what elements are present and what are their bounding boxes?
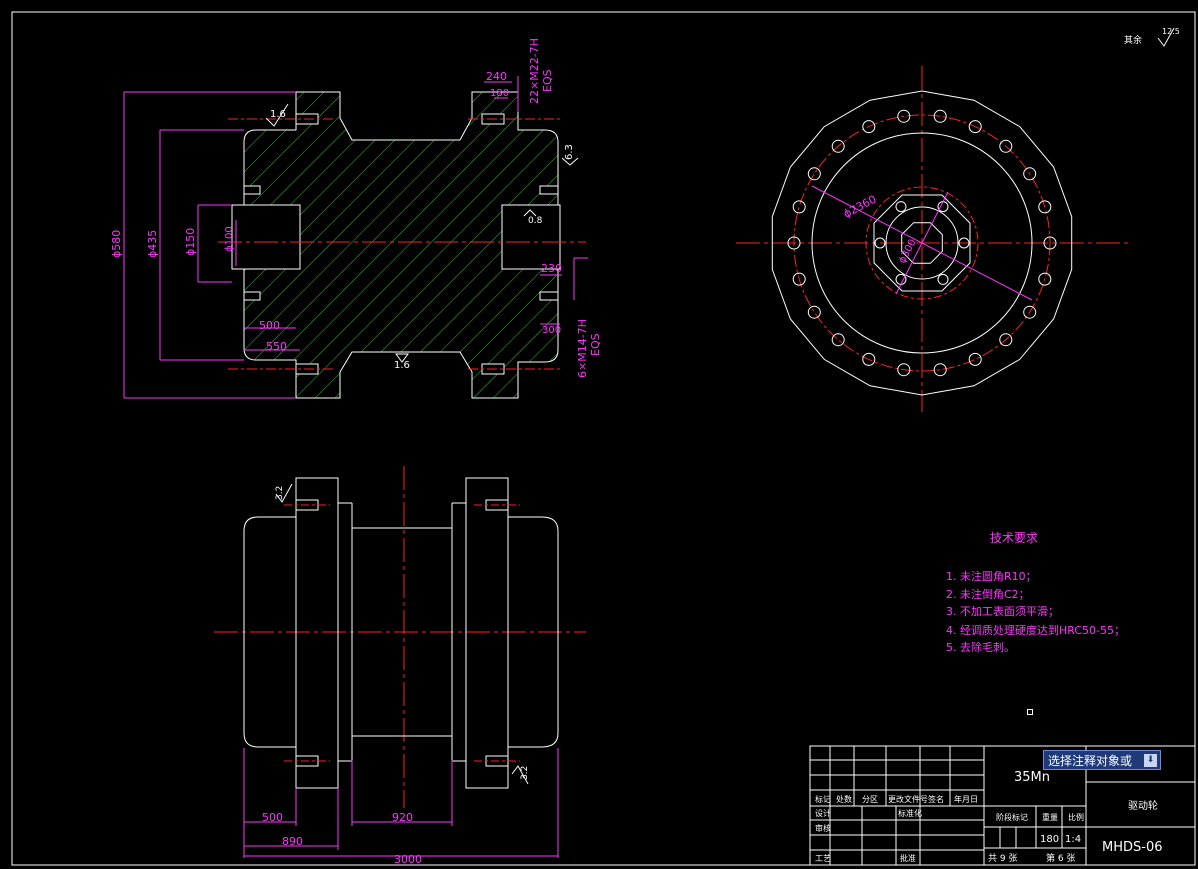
general-roughness-note: 其余 12.5 <box>1124 27 1180 47</box>
front-section-view: ϕ580 ϕ435 ϕ150 ϕ100 500 550 240 180 230 … <box>110 38 602 399</box>
tb-label-change-doc: 更改文件号 <box>888 794 928 804</box>
dim-d150: ϕ150 <box>184 228 197 256</box>
dim-230: 230 <box>541 262 562 275</box>
dim-550: 550 <box>266 340 287 353</box>
tech-req-title: 技术要求 <box>990 531 1038 545</box>
dim-d580: ϕ580 <box>110 230 123 258</box>
bolt-hole <box>937 201 949 213</box>
dropdown-arrow-icon[interactable]: ⬇ <box>1144 754 1157 767</box>
tb-label-design: 设计 <box>815 808 831 818</box>
thread-callout-top: 22×M22-7H <box>528 38 541 104</box>
side-view: ϕ2360 ϕ300 <box>736 66 1130 412</box>
dim-890: 890 <box>282 835 303 848</box>
dim-240: 240 <box>486 70 507 83</box>
bolt-hole <box>968 352 982 366</box>
dim-d2360: ϕ2360 <box>841 193 878 221</box>
tb-label-mark: 标记 <box>815 794 831 804</box>
cursor-pickbox <box>1027 709 1033 715</box>
roughness-6.3: 6.3 <box>564 144 575 160</box>
thread-callout-top-eqs: EQS <box>541 69 554 92</box>
roughness-3.2-top: 3.2 <box>275 486 285 500</box>
tb-label-count: 处数 <box>836 794 852 804</box>
tb-label-weight: 重量 <box>1042 812 1058 822</box>
dim-500: 500 <box>259 319 280 332</box>
tb-label-standard: 标准化 <box>898 808 922 818</box>
dim-300: 300 <box>542 325 561 336</box>
tb-label-process: 工艺 <box>815 854 831 863</box>
dim-180: 180 <box>490 88 509 99</box>
tech-req-item: 4. 经调质处理硬度达到HRC50-55； <box>946 623 1125 637</box>
tb-material: 35Mn <box>1014 770 1050 785</box>
roughness-1.6-bottom: 1.6 <box>394 360 410 371</box>
bolt-hole <box>933 109 947 123</box>
dim-920: 920 <box>392 811 413 824</box>
tech-req-item: 1. 未注圆角R10； <box>946 569 1037 583</box>
select-annotation-prompt: 选择注释对象或 <box>1048 754 1133 768</box>
dim-d300: ϕ300 <box>897 238 919 266</box>
tb-part-name: 驱动轮 <box>1128 799 1158 812</box>
bolt-hole <box>937 273 949 285</box>
roughness-1.6-top: 1.6 <box>270 109 286 120</box>
bolt-hole <box>807 305 821 319</box>
tb-label-zone: 分区 <box>862 795 878 804</box>
tb-label-stage: 阶段标记 <box>996 812 1028 822</box>
select-annotation-dropdown[interactable]: 选择注释对象或 ⬇ <box>1043 750 1161 770</box>
tb-sheets-total: 共 9 张 <box>988 853 1017 864</box>
bolt-hole <box>792 200 806 214</box>
tech-req-item: 2. 未注倒角C2； <box>946 587 1030 601</box>
roughness-note-label: 其余 <box>1124 34 1142 46</box>
tb-sheet-no: 第 6 张 <box>1046 852 1075 864</box>
cad-drawing-canvas[interactable]: ϕ580 ϕ435 ϕ150 ϕ100 500 550 240 180 230 … <box>0 0 1198 869</box>
roughness-note-value: 12.5 <box>1162 27 1180 36</box>
tb-drawing-no: MHDS-06 <box>1102 840 1163 855</box>
tb-label-scale: 比例 <box>1068 812 1084 822</box>
roughness-3.2-bottom: 3.2 <box>520 766 530 780</box>
bolt-hole <box>895 201 907 213</box>
sheet-border <box>11 11 1196 866</box>
dim-d100: ϕ100 <box>224 226 235 252</box>
tb-label-sign: 签名 <box>928 794 944 804</box>
tb-label-check: 审核 <box>815 823 831 833</box>
tb-scale: 1:4 <box>1065 834 1081 845</box>
dim-3000: 3000 <box>394 853 422 866</box>
dim-500-bottom: 500 <box>262 811 283 824</box>
bolt-hole <box>895 273 907 285</box>
bottom-view: 500 920 890 3000 3.2 3.2 <box>214 466 586 866</box>
tech-req-item: 5. 去除毛刺。 <box>946 640 1015 654</box>
tb-label-date: 年月日 <box>954 794 978 804</box>
bolt-hole <box>933 363 947 377</box>
thread-callout-bottom: 6×M14-7H <box>576 319 589 378</box>
thread-callout-bottom-eqs: EQS <box>589 333 602 356</box>
bolt-hole <box>807 167 821 181</box>
roughness-0.8: 0.8 <box>528 216 543 226</box>
tech-req-item: 3. 不加工表面须平滑； <box>946 604 1059 618</box>
tb-weight: 180 <box>1040 834 1059 845</box>
dim-d435: ϕ435 <box>146 230 159 258</box>
tb-label-approve: 批准 <box>900 853 916 863</box>
bolt-hole <box>831 333 845 347</box>
technical-requirements: 技术要求 1. 未注圆角R10； 2. 未注倒角C2； 3. 不加工表面须平滑；… <box>946 531 1125 654</box>
